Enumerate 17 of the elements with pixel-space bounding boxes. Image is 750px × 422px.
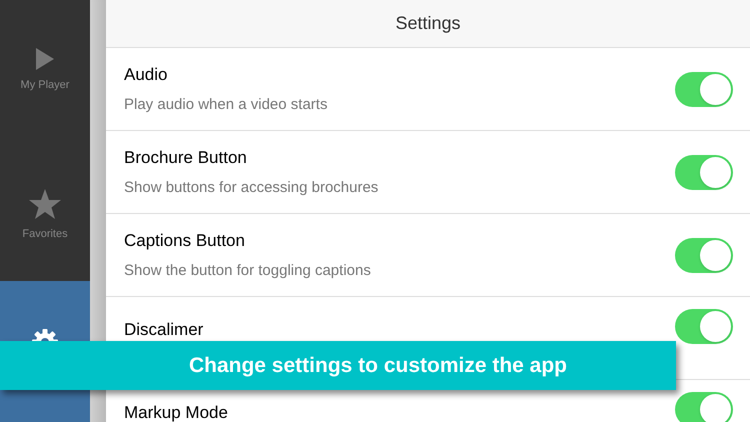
setting-description: Show the button for toggling captions: [124, 260, 371, 280]
toggle-switch[interactable]: [675, 154, 733, 190]
setting-description: Play audio when a video starts: [124, 94, 328, 114]
setting-title: Brochure Button: [124, 147, 248, 169]
star-icon: [28, 188, 62, 220]
setting-description: Show buttons for accessing brochures: [124, 178, 378, 198]
play-icon: [35, 47, 55, 71]
setting-title: Audio: [124, 64, 168, 86]
setting-title: Markup Mode: [124, 402, 228, 422]
setting-title: Discalimer: [124, 319, 204, 341]
toggle-switch[interactable]: [675, 392, 733, 422]
toggle-switch[interactable]: [675, 72, 733, 106]
screen-title: Settings: [395, 12, 461, 35]
caption-toast: Change settings to customize the app: [0, 341, 676, 390]
toggle-switch[interactable]: [675, 238, 733, 272]
setting-title: Captions Button: [124, 230, 246, 252]
toggle-switch[interactable]: [675, 309, 733, 344]
